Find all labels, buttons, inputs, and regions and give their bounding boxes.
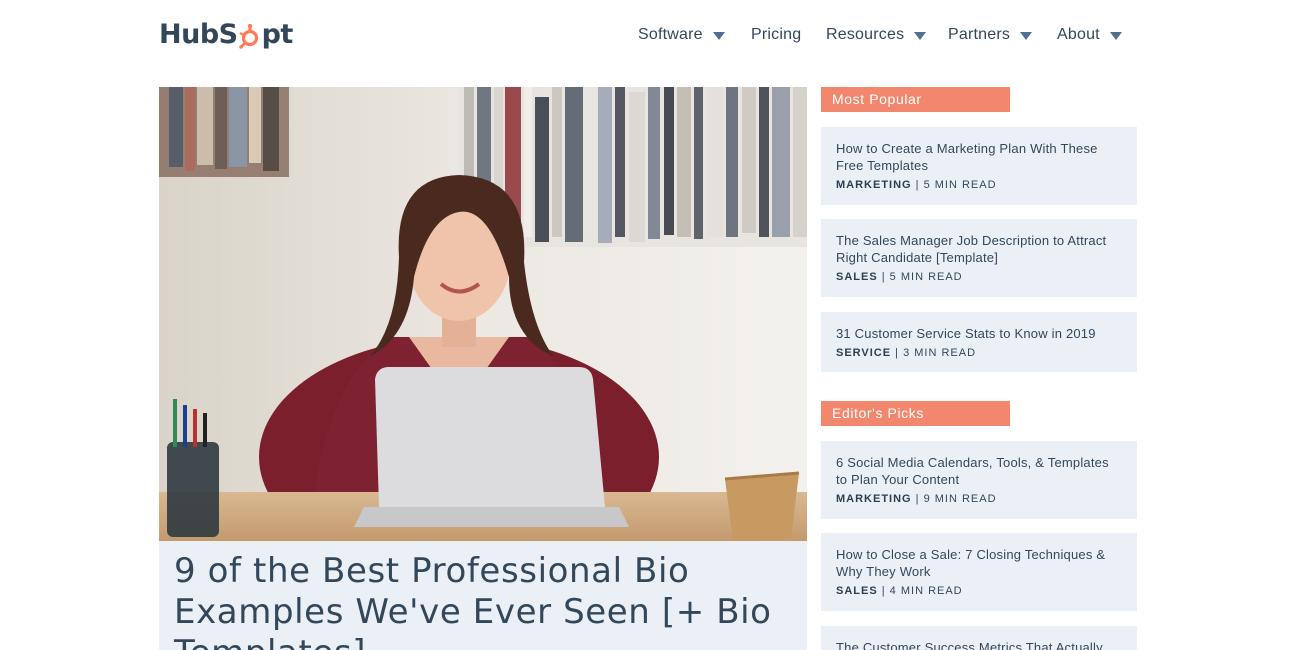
card-title[interactable]: 6 Social Media Calendars, Tools, & Templ… bbox=[836, 454, 1122, 488]
nav-about[interactable]: About bbox=[1057, 22, 1122, 48]
article-title[interactable]: 9 of the Best Professional Bio Examples … bbox=[174, 551, 792, 650]
popular-card[interactable]: The Sales Manager Job Description to Att… bbox=[821, 219, 1137, 297]
nav-partners[interactable]: Partners bbox=[948, 22, 1033, 48]
hero-image[interactable] bbox=[159, 87, 807, 541]
meta-separator: | bbox=[915, 179, 920, 191]
card-category[interactable]: SALES bbox=[836, 585, 878, 597]
read-time: 5 MIN READ bbox=[923, 179, 997, 191]
nav-software-label: Software bbox=[638, 26, 703, 43]
popular-card[interactable]: 31 Customer Service Stats to Know in 201… bbox=[821, 312, 1137, 372]
nav-pricing-label: Pricing bbox=[751, 26, 802, 43]
most-popular-label: Most Popular bbox=[821, 87, 1010, 112]
card-title[interactable]: How to Close a Sale: 7 Closing Technique… bbox=[836, 546, 1122, 580]
nav-software[interactable]: Software bbox=[638, 22, 725, 48]
article-title-box[interactable]: 9 of the Best Professional Bio Examples … bbox=[159, 541, 807, 650]
read-time: 4 MIN READ bbox=[889, 585, 963, 597]
editors-pick-card[interactable]: The Customer Success Metrics That Actual… bbox=[821, 626, 1137, 650]
chevron-down-icon bbox=[914, 32, 927, 40]
editors-picks-label: Editor's Picks bbox=[821, 401, 1010, 426]
meta-separator: | bbox=[881, 585, 886, 597]
meta-separator: | bbox=[895, 347, 900, 359]
read-time: 5 MIN READ bbox=[889, 271, 963, 283]
editors-pick-card[interactable]: How to Close a Sale: 7 Closing Technique… bbox=[821, 533, 1137, 611]
laptop-graphic bbox=[354, 367, 629, 527]
basket-graphic bbox=[724, 471, 800, 541]
chevron-down-icon bbox=[1020, 32, 1033, 40]
card-category[interactable]: SERVICE bbox=[836, 347, 891, 359]
nav-resources[interactable]: Resources bbox=[826, 22, 927, 48]
card-category[interactable]: SALES bbox=[836, 271, 878, 283]
card-title[interactable]: 31 Customer Service Stats to Know in 201… bbox=[836, 325, 1122, 342]
meta-separator: | bbox=[915, 493, 920, 505]
card-title[interactable]: The Sales Manager Job Description to Att… bbox=[836, 232, 1122, 266]
chevron-down-icon bbox=[1109, 32, 1122, 40]
nav-partners-label: Partners bbox=[948, 26, 1011, 43]
card-meta: SALES | 4 MIN READ bbox=[836, 584, 1122, 598]
popular-card[interactable]: How to Create a Marketing Plan With Thes… bbox=[821, 127, 1137, 205]
main-nav: Software Pricing Resources Partners Abou… bbox=[0, 22, 1298, 48]
chevron-down-icon bbox=[712, 32, 725, 40]
nav-about-label: About bbox=[1057, 26, 1100, 43]
nav-pricing[interactable]: Pricing bbox=[751, 22, 801, 48]
read-time: 3 MIN READ bbox=[903, 347, 977, 359]
nav-resources-label: Resources bbox=[826, 26, 905, 43]
editors-pick-card[interactable]: 6 Social Media Calendars, Tools, & Templ… bbox=[821, 441, 1137, 519]
card-meta: MARKETING | 5 MIN READ bbox=[836, 178, 1122, 192]
card-meta: MARKETING | 9 MIN READ bbox=[836, 492, 1122, 506]
card-meta: SALES | 5 MIN READ bbox=[836, 270, 1122, 284]
card-title[interactable]: How to Create a Marketing Plan With Thes… bbox=[836, 140, 1122, 174]
card-category[interactable]: MARKETING bbox=[836, 493, 912, 505]
card-title[interactable]: The Customer Success Metrics That Actual… bbox=[836, 639, 1122, 650]
card-meta: SERVICE | 3 MIN READ bbox=[836, 346, 1122, 360]
meta-separator: | bbox=[881, 271, 886, 283]
read-time: 9 MIN READ bbox=[923, 493, 997, 505]
card-category[interactable]: MARKETING bbox=[836, 179, 912, 191]
